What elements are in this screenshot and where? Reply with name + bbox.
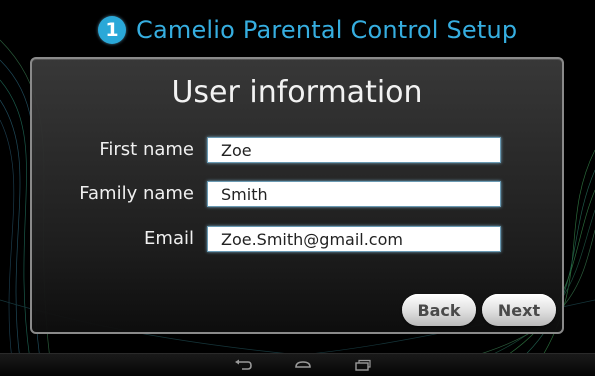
- user-information-panel: User information First name Family name …: [30, 57, 564, 334]
- first-name-row: First name: [32, 137, 566, 167]
- next-button[interactable]: Next: [482, 294, 556, 326]
- panel-title: User information: [171, 75, 423, 110]
- family-name-label: Family name: [79, 183, 194, 204]
- email-label: Email: [144, 228, 194, 249]
- setup-header: 1 Camelio Parental Control Setup: [98, 12, 517, 48]
- back-icon[interactable]: [232, 357, 254, 373]
- family-name-row: Family name: [32, 181, 566, 211]
- email-input[interactable]: [207, 226, 501, 252]
- back-button[interactable]: Back: [402, 294, 476, 326]
- home-icon[interactable]: [292, 357, 314, 373]
- setup-title: Camelio Parental Control Setup: [136, 16, 518, 44]
- email-row: Email: [32, 226, 566, 256]
- recent-apps-icon[interactable]: [352, 357, 374, 373]
- family-name-input[interactable]: [207, 181, 501, 207]
- step-number-badge: 1: [98, 16, 126, 44]
- first-name-input[interactable]: [207, 137, 501, 163]
- first-name-label: First name: [99, 139, 194, 160]
- system-navigation-bar: [0, 353, 595, 376]
